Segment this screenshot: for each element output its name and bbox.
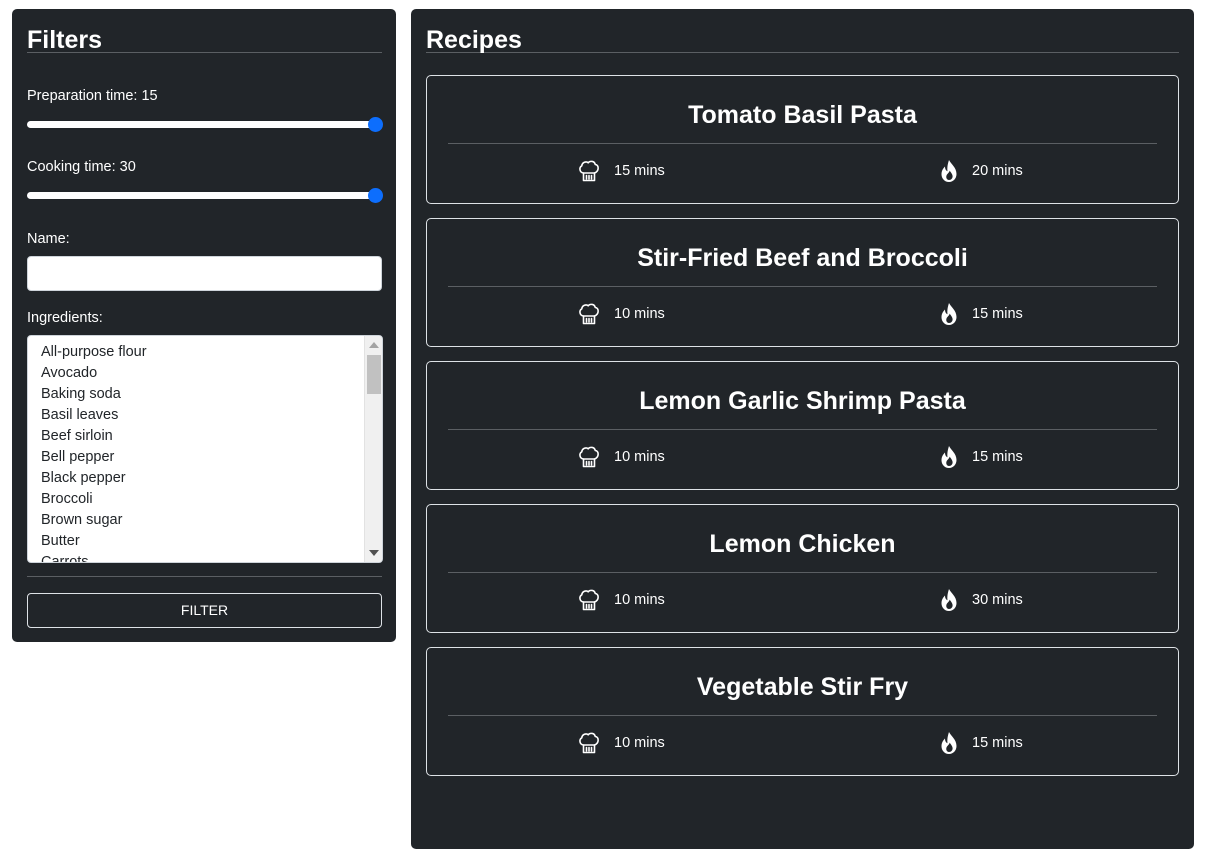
- ingredient-option[interactable]: Broccoli: [41, 489, 382, 510]
- recipe-times: 15 mins 20 mins: [448, 144, 1157, 198]
- recipe-times: 10 mins 30 mins: [448, 573, 1157, 627]
- cook-time: 15 mins: [940, 445, 1023, 469]
- chef-hat-icon: [578, 159, 600, 183]
- recipe-times: 10 mins 15 mins: [448, 430, 1157, 484]
- fire-icon: [940, 588, 958, 612]
- prep-time-value: 10 mins: [614, 449, 665, 465]
- chef-hat-icon: [578, 445, 600, 469]
- ingredient-option[interactable]: Butter: [41, 531, 382, 552]
- cook-time-value: 20 mins: [972, 163, 1023, 179]
- cook-time-slider[interactable]: [27, 187, 383, 203]
- recipe-card[interactable]: Lemon Garlic Shrimp Pasta 10 mins 15 mins: [426, 361, 1179, 490]
- cook-time-value: 30 mins: [972, 592, 1023, 608]
- chef-hat-icon: [578, 588, 600, 612]
- prep-time-slider-thumb[interactable]: [368, 117, 383, 132]
- filter-button[interactable]: FILTER: [27, 593, 382, 628]
- prep-time: 15 mins: [578, 159, 665, 183]
- name-label: Name:: [27, 231, 70, 247]
- ingredients-label: Ingredients:: [27, 310, 103, 326]
- ingredient-option[interactable]: Brown sugar: [41, 510, 382, 531]
- prep-time-value: 10 mins: [614, 735, 665, 751]
- recipe-card[interactable]: Stir-Fried Beef and Broccoli 10 mins 15 mi…: [426, 218, 1179, 347]
- prep-time-value: 15 mins: [614, 163, 665, 179]
- ingredient-option[interactable]: All-purpose flour: [41, 342, 382, 363]
- name-input[interactable]: [27, 256, 382, 291]
- ingredients-scrollbar[interactable]: [364, 336, 382, 562]
- recipes-title-divider: [426, 52, 1179, 53]
- cook-time-label: Cooking time: 30: [27, 159, 136, 175]
- prep-time-value: 10 mins: [614, 592, 665, 608]
- prep-time-slider-track: [27, 121, 375, 128]
- prep-time: 10 mins: [578, 731, 665, 755]
- recipe-card[interactable]: Vegetable Stir Fry 10 mins 15 mins: [426, 647, 1179, 776]
- scroll-down-arrow-icon[interactable]: [369, 550, 379, 556]
- prep-time-label: Preparation time: 15: [27, 88, 158, 104]
- scroll-up-arrow-icon[interactable]: [369, 342, 379, 348]
- ingredient-option[interactable]: Beef sirloin: [41, 426, 382, 447]
- recipe-name: Stir-Fried Beef and Broccoli: [637, 244, 968, 272]
- cook-time: 30 mins: [940, 588, 1023, 612]
- ingredient-option[interactable]: Carrots: [41, 552, 382, 562]
- ingredient-option[interactable]: Black pepper: [41, 468, 382, 489]
- fire-icon: [940, 445, 958, 469]
- recipe-name: Vegetable Stir Fry: [696, 673, 909, 701]
- filters-title: Filters: [27, 26, 103, 54]
- recipe-name: Lemon Chicken: [709, 530, 896, 558]
- fire-icon: [940, 302, 958, 326]
- recipes-panel: Recipes Tomato Basil Pasta 15 mins 20 mins…: [411, 9, 1194, 849]
- filter-divider: [27, 576, 382, 577]
- cook-time: 15 mins: [940, 731, 1023, 755]
- prep-time: 10 mins: [578, 302, 665, 326]
- cook-time-value: 15 mins: [972, 735, 1023, 751]
- recipe-list: Tomato Basil Pasta 15 mins 20 mins Stir-Fri…: [426, 75, 1179, 776]
- prep-time-slider[interactable]: [27, 116, 383, 132]
- recipe-name: Tomato Basil Pasta: [688, 101, 917, 129]
- ingredients-options: All-purpose flour Avocado Baking soda Basil…: [28, 336, 382, 562]
- cook-time-value: 15 mins: [972, 306, 1023, 322]
- chef-hat-icon: [578, 731, 600, 755]
- cook-time-slider-track: [27, 192, 375, 199]
- recipe-times: 10 mins 15 mins: [448, 716, 1157, 770]
- recipe-card[interactable]: Lemon Chicken 10 mins 30 mins: [426, 504, 1179, 633]
- ingredient-option[interactable]: Bell pepper: [41, 447, 382, 468]
- cook-time-value: 15 mins: [972, 449, 1023, 465]
- fire-icon: [940, 731, 958, 755]
- ingredient-option[interactable]: Avocado: [41, 363, 382, 384]
- recipe-times: 10 mins 15 mins: [448, 287, 1157, 341]
- filters-panel: Filters Preparation time: 15 Cooking tim…: [12, 9, 396, 642]
- fire-icon: [940, 159, 958, 183]
- recipe-card[interactable]: Tomato Basil Pasta 15 mins 20 mins: [426, 75, 1179, 204]
- prep-time-value: 10 mins: [614, 306, 665, 322]
- chef-hat-icon: [578, 302, 600, 326]
- prep-time: 10 mins: [578, 588, 665, 612]
- prep-time: 10 mins: [578, 445, 665, 469]
- cook-time: 20 mins: [940, 159, 1023, 183]
- recipes-title: Recipes: [426, 26, 522, 54]
- recipe-name: Lemon Garlic Shrimp Pasta: [639, 387, 966, 415]
- ingredients-listbox[interactable]: All-purpose flour Avocado Baking soda Basil…: [27, 335, 383, 563]
- scrollbar-thumb[interactable]: [367, 355, 381, 394]
- cook-time-slider-thumb[interactable]: [368, 188, 383, 203]
- ingredient-option[interactable]: Basil leaves: [41, 405, 382, 426]
- cook-time: 15 mins: [940, 302, 1023, 326]
- ingredient-option[interactable]: Baking soda: [41, 384, 382, 405]
